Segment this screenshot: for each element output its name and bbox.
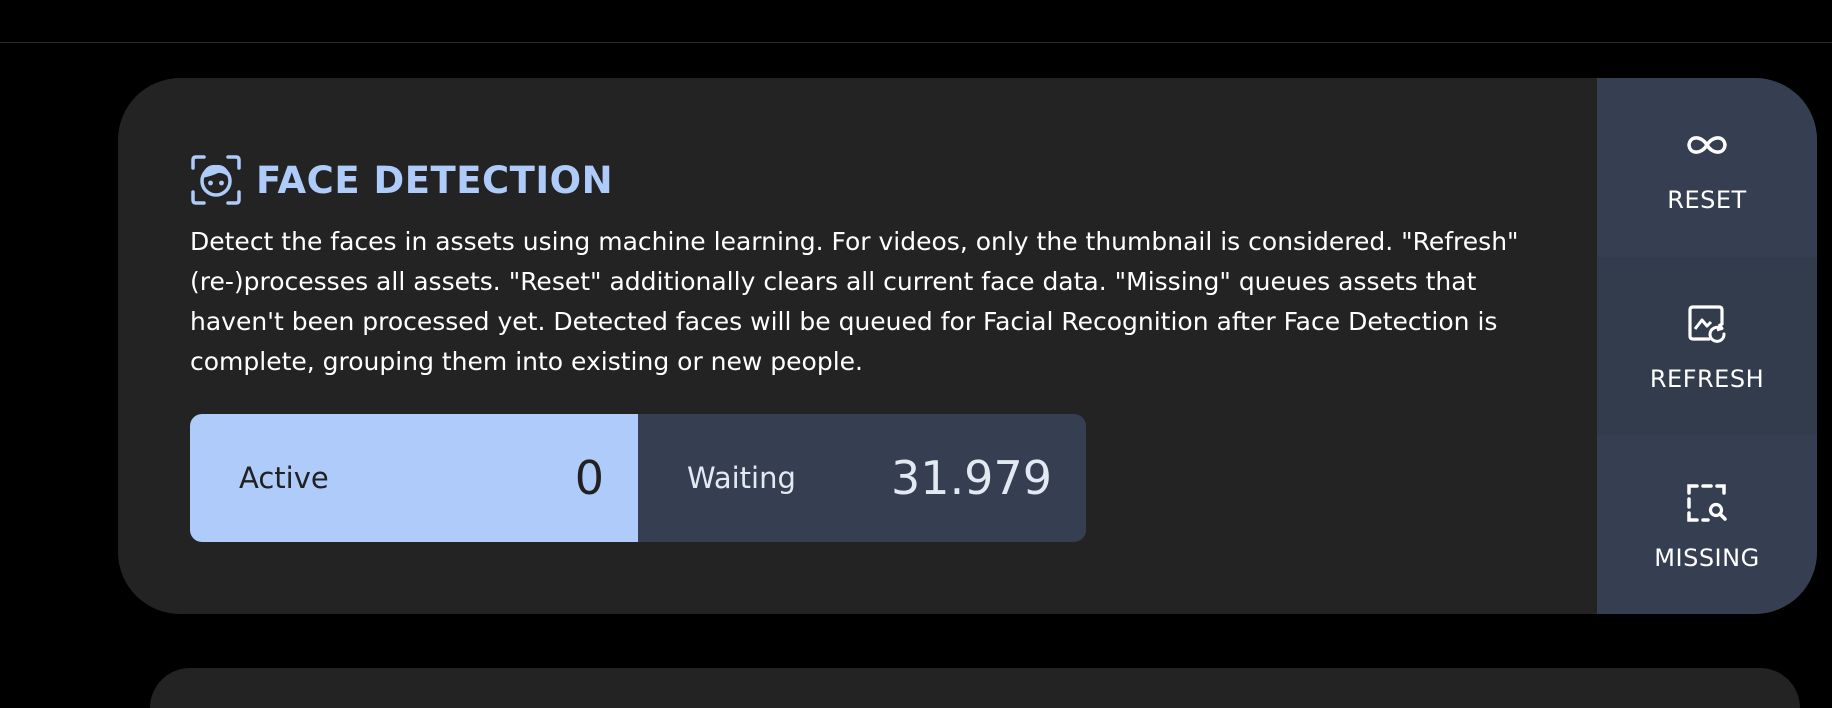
job-description: Detect the faces in assets using machine…: [190, 227, 1519, 376]
refresh-button[interactable]: REFRESH: [1597, 256, 1817, 436]
job-body: FACE DETECTION Detect the faces in asset…: [190, 152, 1670, 382]
job-actions: RESET REFRESH MISSING: [1597, 78, 1817, 614]
image-refresh-icon: [1682, 299, 1732, 349]
header-divider: [0, 42, 1832, 43]
queue-stats: Active 0 Waiting 31.979: [190, 414, 1086, 542]
refresh-label: REFRESH: [1649, 365, 1765, 393]
reset-label: RESET: [1667, 186, 1747, 215]
infinity-icon: [1682, 120, 1732, 170]
active-count: 0: [574, 451, 604, 505]
missing-button[interactable]: MISSING: [1597, 435, 1817, 614]
reset-button[interactable]: RESET: [1597, 78, 1817, 257]
job-title-row: FACE DETECTION: [190, 152, 1670, 208]
next-job-card: [150, 668, 1800, 708]
waiting-count-panel: Waiting 31.979: [638, 414, 1086, 542]
job-title: FACE DETECTION: [256, 158, 614, 202]
job-card-face-detection: FACE DETECTION Detect the faces in asset…: [118, 78, 1817, 614]
active-label: Active: [239, 461, 329, 495]
missing-label: MISSING: [1654, 543, 1760, 572]
waiting-label: Waiting: [687, 461, 796, 495]
active-count-panel: Active 0: [190, 414, 638, 542]
waiting-count: 31.979: [891, 451, 1052, 505]
face-recognition-icon: [190, 154, 242, 206]
search-missing-icon: [1682, 478, 1732, 528]
